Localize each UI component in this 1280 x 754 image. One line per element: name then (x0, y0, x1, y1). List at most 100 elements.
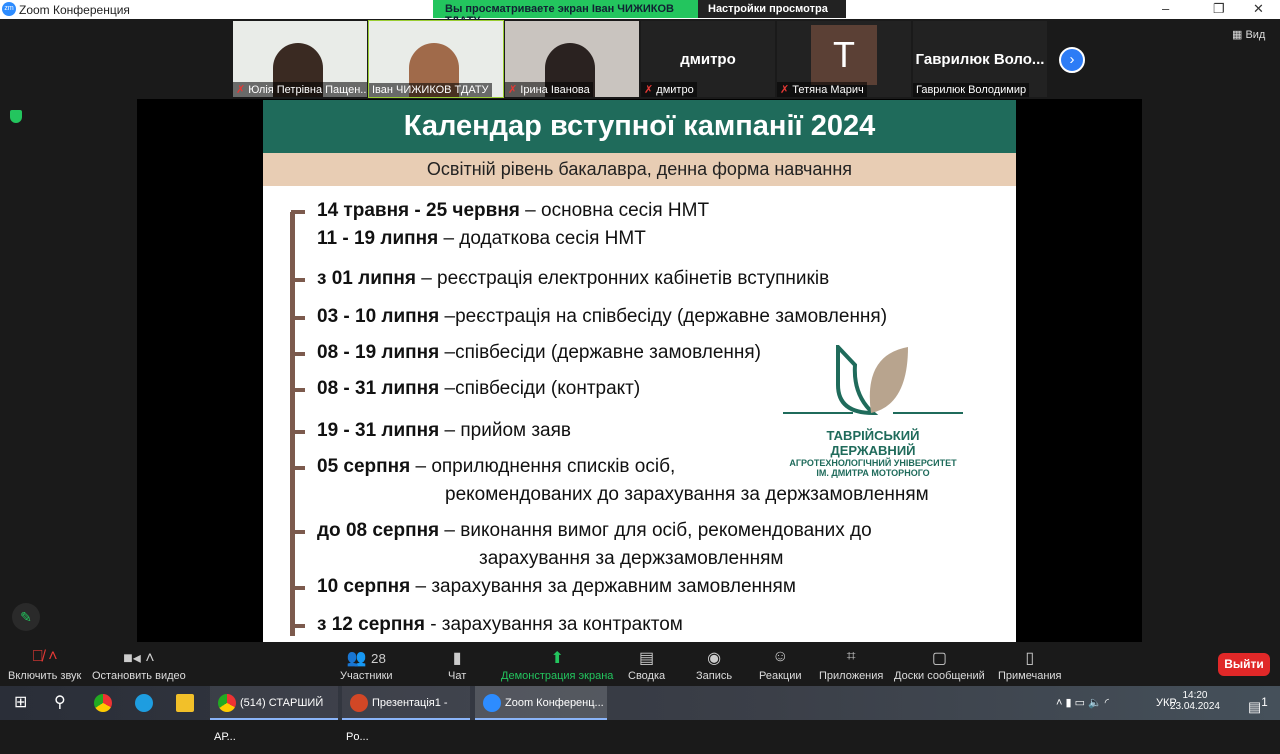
view-label: Вид (1245, 29, 1266, 41)
annotate-pen-icon[interactable]: ✎ (12, 603, 40, 631)
item-text-continued: зарахування за держзамовленням (479, 548, 784, 569)
item-date: 11 - 19 липня (317, 228, 439, 249)
time: 14:20 (1182, 690, 1208, 701)
item-text: – виконання вимог для осіб, рекомендован… (439, 520, 872, 541)
logo-line-1: ТАВРІЙСЬКИЙ ДЕРЖАВНИЙ (826, 428, 920, 458)
timeline-item: 08 - 31 липня –співбесіди (контракт) (290, 378, 640, 400)
view-button[interactable]: ▦ Вид (1232, 28, 1265, 41)
timeline-item: 03 - 10 липня –реєстрація на співбесіду … (290, 306, 887, 328)
participant-strip: ✗ Юлія Петрівна Пащен... Іван ЧИЖИКОВ ТД… (233, 20, 1047, 98)
participant-tile[interactable]: ✗ Юлія Петрівна Пащен... (233, 21, 367, 97)
participant-tile[interactable]: Т ✗ Тетяна Марич (777, 21, 911, 97)
timeline-item: з 12 серпня - зарахування за контрактом (291, 614, 683, 636)
shield-icon[interactable] (10, 110, 22, 123)
tray-icons[interactable]: ˄ ▮ ▭ 🔈 ◜ (1052, 686, 1109, 720)
participant-tile[interactable]: дмитро ✗ дмитро (641, 21, 775, 97)
participants-button[interactable]: 👥 28 Участники (340, 648, 393, 682)
logo-line-3: ІМ. ДМИТРА МОТОРНОГО (816, 468, 930, 478)
notes-label: Примечания (998, 670, 1062, 682)
stop-video-button[interactable]: ■◂ ˄ Остановить видео (92, 648, 186, 682)
timeline-item: 19 - 31 липня – прийом заяв (290, 420, 572, 442)
participant-name: Ірина Іванова (520, 84, 590, 96)
timeline-item: 11 - 19 липня – додаткова сесія НМТ (293, 228, 646, 250)
whiteboards-button[interactable]: ▢ Доски сообщений (894, 648, 985, 682)
item-text: –співбесіди (державне замовлення) (439, 342, 761, 363)
participant-tile[interactable]: ✗ Ірина Іванова (505, 21, 639, 97)
item-date: до 08 серпня (317, 520, 440, 541)
chrome-icon[interactable] (94, 694, 112, 712)
reactions-label: Реакции (759, 670, 802, 682)
unmute-label: Включить звук (8, 670, 82, 682)
next-page-button[interactable]: › (1059, 47, 1085, 73)
participants-label: Участники (340, 670, 393, 682)
close-button[interactable]: ✕ (1253, 1, 1264, 17)
item-text: – основна сесія НМТ (519, 200, 710, 221)
item-text: – реєстрація електронних кабінетів вступ… (415, 268, 830, 289)
item-text-continued: рекомендованих до зарахування за держзам… (445, 484, 929, 505)
view-settings-button[interactable]: Настройки просмотра ⌄ (698, 0, 846, 28)
powerpoint-icon (350, 694, 368, 712)
notifications-icon[interactable]: ▤1 (1244, 686, 1268, 720)
whiteboards-label: Доски сообщений (894, 670, 985, 682)
zoom-icon (483, 694, 501, 712)
timeline-item: до 08 серпня – виконання вимог для осіб,… (291, 520, 872, 570)
muted-mic-icon: 🎙̸ ˄ (31, 648, 58, 665)
item-text: – додаткова сесія НМТ (438, 228, 646, 249)
notes-icon: ▯ (1025, 650, 1035, 667)
search-icon[interactable]: ⚲ (50, 686, 66, 720)
record-icon: ◉ (707, 650, 722, 667)
chat-icon: ▮ (452, 650, 462, 667)
slide-title: Календар вступної кампанії 2024 (263, 100, 1016, 153)
screen-share-banner: Вы просматриваете экран Іван ЧИЖИКОВ ТДА… (433, 0, 846, 28)
edge-icon[interactable] (135, 694, 153, 712)
apps-icon: ⌗ (846, 648, 856, 665)
window-title: Zoom Конференция (19, 3, 130, 17)
notification-count: 1 (1261, 696, 1268, 709)
summary-label: Сводка (628, 670, 666, 682)
muted-mic-icon: ✗ (644, 84, 654, 96)
item-text: – прийом заяв (439, 420, 572, 441)
reactions-icon: ☺ (772, 648, 789, 665)
share-icon: ⬆ (550, 650, 564, 667)
meeting-toolbar: 🎙̸ ˄ Включить звук ■◂ ˄ Остановить видео 👥… (0, 642, 1280, 686)
apps-button[interactable]: ⌗ Приложения (819, 648, 883, 682)
item-date: 08 - 31 липня (317, 378, 440, 399)
item-date: 14 травня - 25 червня (317, 200, 520, 221)
chat-label: Чат (448, 670, 467, 682)
item-date: з 12 серпня (317, 614, 425, 635)
summary-button[interactable]: ▤ Сводка (628, 648, 665, 682)
minimize-button[interactable]: – (1162, 1, 1169, 16)
participant-tile[interactable]: Гаврилюк Воло... Гаврилюк Володимир (913, 21, 1047, 97)
record-button[interactable]: ◉ Запись (696, 648, 732, 682)
university-logo: ТАВРІЙСЬКИЙ ДЕРЖАВНИЙ АГРОТЕХНОЛОГІЧНИЙ … (783, 341, 963, 478)
timeline-item: 10 серпня – зарахування за державним зам… (291, 576, 796, 598)
leave-button[interactable]: Выйти (1218, 653, 1270, 676)
chrome-icon (218, 694, 236, 712)
timeline-item: з 01 липня – реєстрація електронних кабі… (290, 268, 830, 290)
notes-button[interactable]: ▯ Примечания (998, 648, 1062, 682)
timeline-item: 14 травня - 25 червня – основна сесія НМ… (290, 200, 710, 222)
chat-button[interactable]: ▮ Чат (448, 648, 466, 682)
reactions-button[interactable]: ☺ Реакции (759, 648, 802, 682)
item-date: 19 - 31 липня (317, 420, 440, 441)
participants-icon: 👥 28 (346, 650, 386, 667)
start-icon[interactable]: ⊞ (10, 686, 27, 720)
participant-display-name: дмитро (680, 51, 736, 68)
windows-taskbar: ⊞ ⚲ (514) СТАРШИЙ АР... Презентація1 - P… (0, 686, 1280, 743)
item-date: 08 - 19 липня (317, 342, 440, 363)
clock[interactable]: 14:20 23.04.2024 (1170, 690, 1220, 712)
share-screen-button[interactable]: ⬆ Демонстрация экрана (501, 648, 613, 682)
item-text: – оприлюднення списків осіб, (410, 456, 676, 477)
item-text: – зарахування за державним замовленням (410, 576, 796, 597)
viewing-label: Вы просматриваете экран Іван ЧИЖИКОВ ТДА… (433, 0, 698, 27)
timeline-item: 08 - 19 липня –співбесіди (державне замо… (291, 342, 761, 364)
unmute-button[interactable]: 🎙̸ ˄ Включить звук (8, 648, 81, 682)
participant-tile[interactable]: Іван ЧИЖИКОВ ТДАТУ (368, 20, 504, 98)
maximize-button[interactable]: ❐ (1213, 1, 1225, 17)
participant-name: Тетяна Марич (792, 84, 864, 96)
summary-icon: ▤ (639, 650, 655, 667)
view-settings-label: Настройки просмотра (708, 3, 828, 15)
logo-line-2: АГРОТЕХНОЛОГІЧНИЙ УНІВЕРСИТЕТ (789, 458, 957, 468)
file-explorer-icon[interactable] (176, 694, 194, 712)
record-label: Запись (696, 670, 733, 682)
